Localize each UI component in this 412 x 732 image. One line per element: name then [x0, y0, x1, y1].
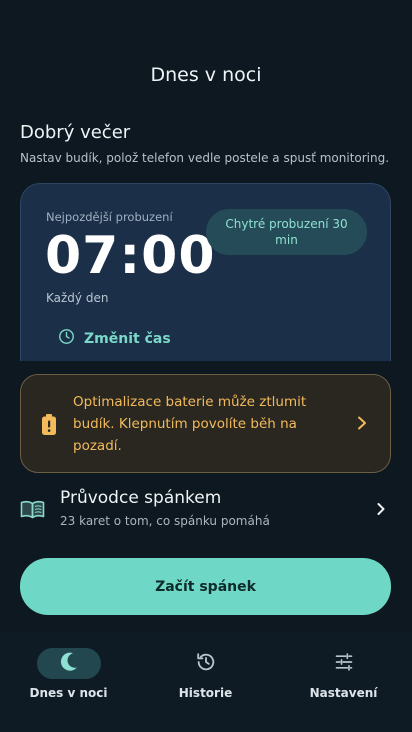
alarm-repeat: Každý den — [46, 291, 109, 305]
start-sleep-button[interactable]: Začít spánek — [20, 558, 391, 615]
nav-label-settings: Nastavení — [309, 686, 378, 700]
greeting-heading: Dobrý večer — [20, 122, 131, 143]
sleep-guide-subtitle: 23 karet o tom, co spánku pomáhá — [60, 514, 270, 528]
sleep-guide-row[interactable]: Průvodce spánkem 23 karet o tom, co spán… — [20, 486, 391, 532]
battery-alert-icon — [42, 414, 56, 439]
change-time-button[interactable]: Změnit čas — [58, 328, 171, 349]
chevron-right-icon — [355, 415, 369, 435]
battery-warning-card[interactable]: Optimalizace baterie může ztlumit budík.… — [20, 374, 391, 473]
intro-subtitle: Nastav budík, polož telefon vedle postel… — [20, 151, 390, 165]
smart-wake-chip[interactable]: Chytré probuzení 30 min — [206, 209, 367, 255]
clock-icon — [58, 328, 75, 349]
sleep-guide-title: Průvodce spánkem — [60, 488, 222, 508]
nav-item-tonight[interactable]: Dnes v noci — [0, 648, 137, 708]
nav-label-tonight: Dnes v noci — [29, 686, 108, 700]
alarm-time[interactable]: 07:00 — [45, 226, 216, 286]
sliders-icon — [334, 652, 354, 676]
change-time-label: Změnit čas — [84, 330, 171, 347]
chevron-right-icon — [375, 501, 387, 521]
page-title: Dnes v noci — [150, 64, 262, 86]
nav-item-history[interactable]: Historie — [137, 648, 274, 708]
moon-icon — [60, 652, 78, 676]
nav-label-history: Historie — [178, 686, 233, 700]
battery-warning-text: Optimalizace baterie může ztlumit budík.… — [73, 394, 307, 454]
bottom-navigation: Dnes v noci Historie Nastavení — [0, 632, 412, 732]
alarm-card: Nejpozdější probuzení 07:00 Každý den Ch… — [20, 183, 391, 361]
nav-item-settings[interactable]: Nastavení — [275, 648, 412, 708]
history-icon — [195, 651, 217, 677]
nav-active-indicator — [36, 648, 101, 679]
book-icon — [20, 500, 45, 523]
alarm-label: Nejpozdější probuzení — [46, 210, 173, 224]
